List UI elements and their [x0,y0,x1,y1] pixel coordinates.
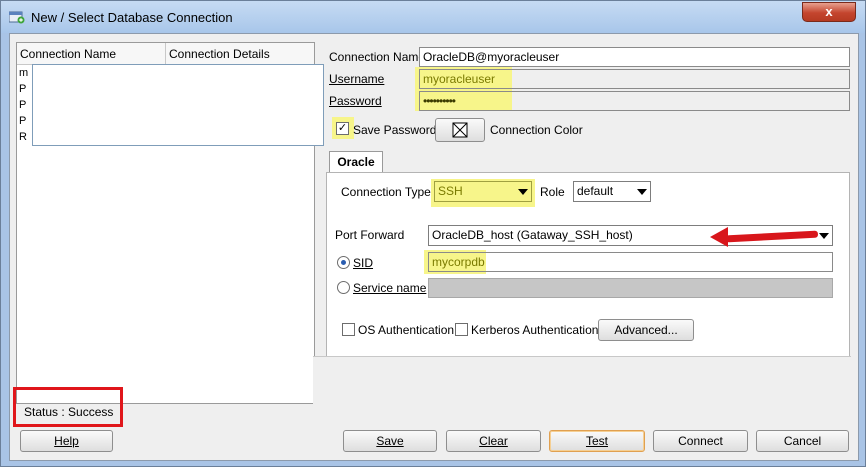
list-item[interactable]: R [19,131,27,143]
chevron-down-icon [819,233,829,239]
connection-type-value: SSH [438,184,463,198]
advanced-button[interactable]: Advanced... [598,319,694,341]
os-authentication-label: OS Authentication [358,323,455,337]
role-dropdown[interactable]: default [573,181,651,202]
port-forward-value: OracleDB_host (Gataway_SSH_host) [432,228,633,242]
tab-oracle[interactable]: Oracle [329,151,383,173]
chevron-down-icon [518,189,528,195]
chevron-down-icon [637,189,647,195]
os-authentication-checkbox[interactable] [342,323,355,336]
column-header-connection-name[interactable]: Connection Name [17,43,166,65]
list-item[interactable]: m [19,67,28,79]
sid-value: mycorpdb [432,255,485,269]
role-label: Role [540,185,565,199]
list-item[interactable]: P [19,83,26,95]
kerberos-authentication-label: Kerberos Authentication [471,323,599,337]
dialog-window: New / Select Database Connection x Conne… [0,0,866,467]
status-text: Status : Success [24,405,114,419]
save-button-label: Save [376,434,404,448]
title-bar: New / Select Database Connection x [1,1,865,33]
username-value: myoracleuser [423,72,496,86]
password-label: Password [329,94,382,108]
sid-radio[interactable] [337,256,350,269]
port-forward-label: Port Forward [335,228,405,242]
service-name-label: Service name [353,281,427,295]
help-button-label: Help [54,434,79,448]
test-button-label: Test [585,434,608,448]
save-button[interactable]: Save [343,430,437,452]
sid-label: SID [353,256,374,270]
password-field[interactable]: •••••••••• [419,91,850,111]
save-password-checkbox[interactable]: ✓ [336,122,349,135]
redacted-connection-details [32,64,324,146]
kerberos-authentication-checkbox[interactable] [455,323,468,336]
annotation-arrow-head [710,227,728,247]
connection-name-field[interactable]: OracleDB@myoracleuser [419,47,850,67]
password-value: •••••••••• [423,94,456,108]
connection-type-label: Connection Type [341,185,431,199]
clear-button[interactable]: Clear [446,430,541,452]
list-item[interactable]: P [19,115,26,127]
connection-name-label: Connection Name [329,50,426,64]
clear-button-label: Clear [479,434,508,448]
list-item[interactable]: P [19,99,26,111]
cancel-button[interactable]: Cancel [756,430,849,452]
service-name-radio[interactable] [337,281,350,294]
close-button[interactable]: x [802,2,856,22]
connect-button-label: Connect [678,434,723,448]
color-swatch-icon [452,122,468,138]
connection-color-button[interactable] [435,118,485,142]
connection-type-dropdown[interactable]: SSH [434,181,532,202]
tab-panel-footer [313,356,851,406]
cancel-button-label: Cancel [783,434,822,448]
test-button[interactable]: Test [549,430,645,452]
connection-color-label: Connection Color [490,123,583,137]
username-field[interactable]: myoracleuser [419,69,850,89]
help-button[interactable]: Help [20,430,113,452]
column-header-connection-details[interactable]: Connection Details [166,43,314,65]
window-title: New / Select Database Connection [31,10,233,25]
connect-button[interactable]: Connect [653,430,748,452]
service-name-field [428,278,833,298]
role-value: default [577,184,614,198]
sid-field[interactable]: mycorpdb [428,252,833,272]
dialog-body: Connection Name Connection Details m P P… [9,33,859,461]
username-label: Username [329,72,385,86]
database-connection-icon [9,11,25,24]
save-password-label: Save Password [353,123,437,137]
